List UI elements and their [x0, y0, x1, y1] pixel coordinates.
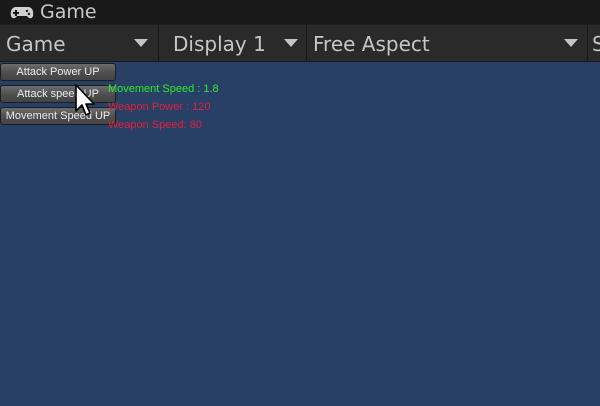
aspect-dropdown[interactable]: Free Aspect: [307, 25, 587, 62]
weapon-speed-stat: Weapon Speed: 80: [108, 119, 202, 131]
attack-speed-up-button[interactable]: Attack speed UP: [0, 85, 116, 103]
chevron-down-icon: [134, 39, 148, 47]
movement-speed-stat: Movement Speed : 1.8: [108, 83, 219, 95]
toolbar-divider: [158, 25, 159, 62]
display-label: Display 1: [173, 31, 266, 56]
movement-speed-up-button[interactable]: Movement Speed UP: [0, 107, 116, 125]
chevron-down-icon: [564, 39, 578, 47]
mouse-pointer-icon: [75, 84, 97, 120]
aspect-label: Free Aspect: [313, 31, 430, 56]
window-title: Game: [40, 1, 97, 23]
window-title-bar: Game: [0, 0, 600, 24]
chevron-down-icon: [284, 39, 298, 47]
scale-control[interactable]: S: [588, 25, 600, 62]
scale-label: S: [592, 31, 600, 56]
view-mode-label: Game: [6, 31, 66, 56]
gamepad-icon: [10, 5, 34, 19]
weapon-power-stat: Weapon Power : 120: [108, 101, 211, 113]
display-dropdown[interactable]: Display 1: [167, 25, 306, 62]
view-mode-dropdown[interactable]: Game: [0, 25, 158, 62]
game-view-toolbar: Game Display 1 Free Aspect S: [0, 24, 600, 62]
attack-power-up-button[interactable]: Attack Power UP: [0, 63, 116, 81]
